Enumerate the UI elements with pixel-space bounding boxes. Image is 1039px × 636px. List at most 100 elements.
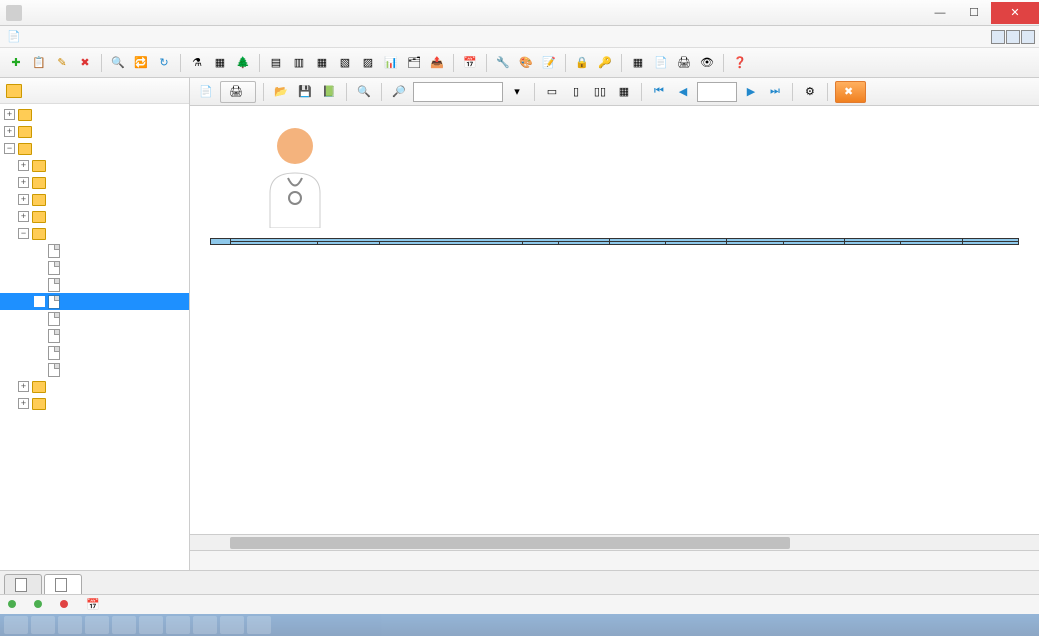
tree-reports[interactable]: − bbox=[0, 140, 189, 157]
page-input[interactable] bbox=[697, 82, 737, 102]
tree-money[interactable]: + bbox=[0, 157, 189, 174]
printer-icon: 🖨 bbox=[229, 85, 243, 98]
page-status bbox=[190, 550, 1039, 570]
menu-window[interactable] bbox=[80, 35, 96, 39]
replace-icon[interactable]: 🔁 bbox=[131, 53, 151, 73]
fit-page2-icon[interactable]: ▯▯ bbox=[590, 82, 610, 102]
sidebar-header bbox=[0, 78, 189, 104]
menu-database[interactable] bbox=[44, 35, 60, 39]
tab-report[interactable] bbox=[44, 574, 82, 594]
tree-patients[interactable]: + bbox=[0, 191, 189, 208]
first-page-icon[interactable]: ⏮ bbox=[649, 82, 669, 102]
tree-modules[interactable]: + bbox=[0, 106, 189, 123]
template-icon[interactable]: 📝 bbox=[539, 53, 559, 73]
tree-medicine[interactable]: + bbox=[0, 174, 189, 191]
tree-services[interactable]: + bbox=[0, 395, 189, 412]
tree-employees[interactable]: + bbox=[0, 378, 189, 395]
export-icon[interactable]: 📤 bbox=[427, 53, 447, 73]
delete-icon[interactable]: ✖ bbox=[75, 53, 95, 73]
last-page-icon[interactable]: ⏭ bbox=[765, 82, 785, 102]
tree-ending[interactable] bbox=[0, 242, 189, 259]
tools-icon[interactable]: 🔧 bbox=[493, 53, 513, 73]
grid4-icon[interactable]: ▧ bbox=[335, 53, 355, 73]
next-page-icon[interactable]: ▶ bbox=[741, 82, 761, 102]
grid2-icon[interactable]: ▥ bbox=[289, 53, 309, 73]
close-x-icon: ✖ bbox=[844, 85, 853, 98]
find-icon[interactable]: 🔍 bbox=[354, 82, 374, 102]
mdi-controls bbox=[991, 30, 1035, 44]
grid3-icon[interactable]: ▦ bbox=[312, 53, 332, 73]
export-xls-icon[interactable]: 📗 bbox=[319, 82, 339, 102]
report-toolbar: 📄 🖨 📂 💾 📗 🔍 🔎 ▾ ▭ ▯ ▯▯ ▦ ⏮ ◀ ▶ ⏭ ⚙ bbox=[190, 78, 1039, 106]
tree: + + − + + + + − + + bbox=[0, 104, 189, 570]
open-icon[interactable]: 📂 bbox=[271, 82, 291, 102]
app-menu-icon[interactable]: 📄 bbox=[4, 27, 24, 47]
add-icon[interactable]: ✚ bbox=[6, 53, 26, 73]
key-icon[interactable]: 🔑 bbox=[595, 53, 615, 73]
save-icon[interactable]: 💾 bbox=[295, 82, 315, 102]
folder-icon bbox=[6, 84, 22, 98]
tab-bar bbox=[0, 570, 1039, 594]
refresh-icon[interactable]: ↻ bbox=[154, 53, 174, 73]
mdi-minimize-icon[interactable] bbox=[991, 30, 1005, 44]
palette-icon[interactable]: 🎨 bbox=[516, 53, 536, 73]
menu-commands[interactable] bbox=[62, 35, 78, 39]
horizontal-scrollbar[interactable] bbox=[190, 534, 1039, 550]
columns-icon[interactable]: ▦ bbox=[210, 53, 230, 73]
fit-width-icon[interactable]: ▭ bbox=[542, 82, 562, 102]
content: 📄 🖨 📂 💾 📗 🔍 🔎 ▾ ▭ ▯ ▯▯ ▦ ⏮ ◀ ▶ ⏭ ⚙ bbox=[190, 78, 1039, 570]
tree-stale[interactable] bbox=[0, 259, 189, 276]
titlebar: — ☐ ✕ bbox=[0, 0, 1039, 26]
report-table bbox=[210, 238, 1019, 245]
pivot-icon[interactable]: 🗂 bbox=[404, 53, 424, 73]
app-icon bbox=[6, 5, 22, 21]
report-doc-icon[interactable]: 📄 bbox=[196, 82, 216, 102]
tree-stock[interactable]: − bbox=[0, 225, 189, 242]
copy-icon[interactable]: 📋 bbox=[29, 53, 49, 73]
mdi-close-icon[interactable] bbox=[1021, 30, 1035, 44]
taskbar bbox=[0, 614, 1039, 636]
page-icon[interactable]: 📄 bbox=[651, 53, 671, 73]
menubar: 📄 bbox=[0, 26, 1039, 48]
preview-icon[interactable]: 👁 bbox=[697, 53, 717, 73]
tab-record[interactable] bbox=[4, 574, 42, 594]
mdi-restore-icon[interactable] bbox=[1006, 30, 1020, 44]
tree-remainder[interactable] bbox=[0, 276, 189, 293]
zoom-drop-icon[interactable]: ▾ bbox=[507, 82, 527, 102]
calendar-icon[interactable]: 📅 bbox=[460, 53, 480, 73]
tree-remainder-money[interactable] bbox=[0, 293, 189, 310]
help-icon[interactable]: ❓ bbox=[730, 53, 750, 73]
tree-refs[interactable]: + bbox=[0, 123, 189, 140]
tree-forecast[interactable] bbox=[0, 327, 189, 344]
settings-icon[interactable]: ⚙ bbox=[800, 82, 820, 102]
tree-popularity[interactable] bbox=[0, 310, 189, 327]
table-icon[interactable]: ▦ bbox=[628, 53, 648, 73]
grid5-icon[interactable]: ▨ bbox=[358, 53, 378, 73]
tree-mailing[interactable]: + bbox=[0, 208, 189, 225]
minimize-button[interactable]: — bbox=[923, 2, 957, 24]
edit-icon[interactable]: ✎ bbox=[52, 53, 72, 73]
prev-page-icon[interactable]: ◀ bbox=[673, 82, 693, 102]
report-area bbox=[190, 106, 1039, 534]
menu-program[interactable] bbox=[26, 35, 42, 39]
close-button[interactable]: ✕ bbox=[991, 2, 1039, 24]
grid1-icon[interactable]: ▤ bbox=[266, 53, 286, 73]
menu-help[interactable] bbox=[98, 35, 114, 39]
fit-page1-icon[interactable]: ▯ bbox=[566, 82, 586, 102]
tree-expense[interactable] bbox=[0, 344, 189, 361]
main-toolbar: ✚ 📋 ✎ ✖ 🔍 🔁 ↻ ⚗ ▦ 🌲 ▤ ▥ ▦ ▧ ▨ 📊 🗂 📤 📅 🔧 … bbox=[0, 48, 1039, 78]
tree-icon[interactable]: 🌲 bbox=[233, 53, 253, 73]
chart-icon[interactable]: 📊 bbox=[381, 53, 401, 73]
fit-page3-icon[interactable]: ▦ bbox=[614, 82, 634, 102]
filter-icon[interactable]: ⚗ bbox=[187, 53, 207, 73]
zoom-in-icon[interactable]: 🔎 bbox=[389, 82, 409, 102]
print-icon[interactable]: 🖨 bbox=[674, 53, 694, 73]
search-icon[interactable]: 🔍 bbox=[108, 53, 128, 73]
maximize-button[interactable]: ☐ bbox=[957, 2, 991, 24]
close-report-button[interactable]: ✖ bbox=[835, 81, 866, 103]
tree-rating[interactable] bbox=[0, 361, 189, 378]
status-bar: 📅 bbox=[0, 594, 1039, 614]
print-button[interactable]: 🖨 bbox=[220, 81, 256, 103]
lock-icon[interactable]: 🔒 bbox=[572, 53, 592, 73]
zoom-input[interactable] bbox=[413, 82, 503, 102]
